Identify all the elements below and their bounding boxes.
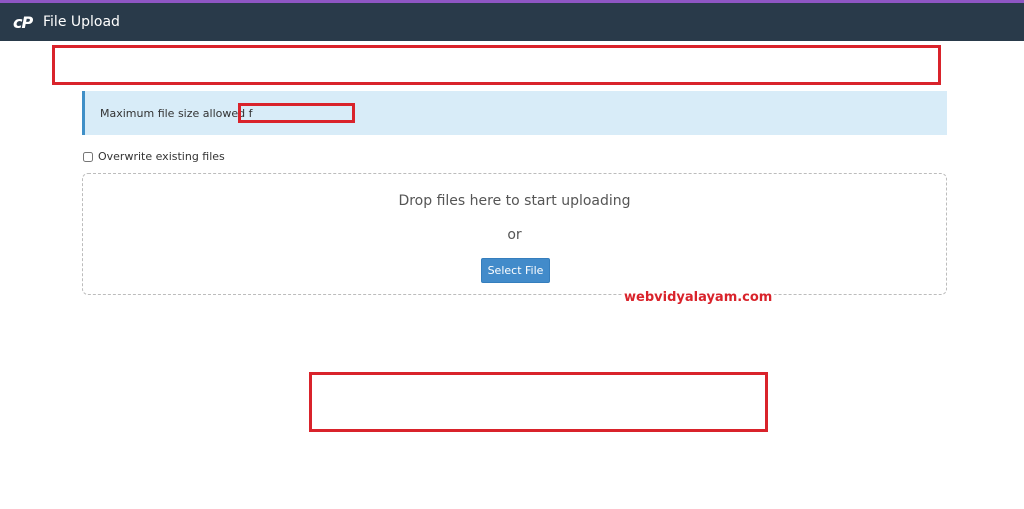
select-file-button[interactable]: Select File [481,258,550,283]
redaction-box-file-size [238,103,355,123]
max-file-size-text: Maximum file size allowed f [100,106,253,120]
max-file-size-notice: Maximum file size allowed f [82,91,947,135]
page-title: File Upload [43,14,120,30]
redaction-box-top [52,45,941,85]
file-dropzone[interactable]: Drop files here to start uploading or Se… [82,173,947,295]
drop-files-text: Drop files here to start uploading [398,193,631,209]
app-header: cP File Upload [0,3,1024,41]
watermark-text: webvidyalayam.com [622,290,775,305]
overwrite-label: Overwrite existing files [98,150,225,163]
overwrite-checkbox[interactable] [83,151,93,162]
cpanel-logo-icon[interactable]: cP [13,13,37,32]
redaction-box-bottom [309,372,768,432]
overwrite-option[interactable]: Overwrite existing files [82,150,225,163]
or-separator: or [507,227,522,243]
